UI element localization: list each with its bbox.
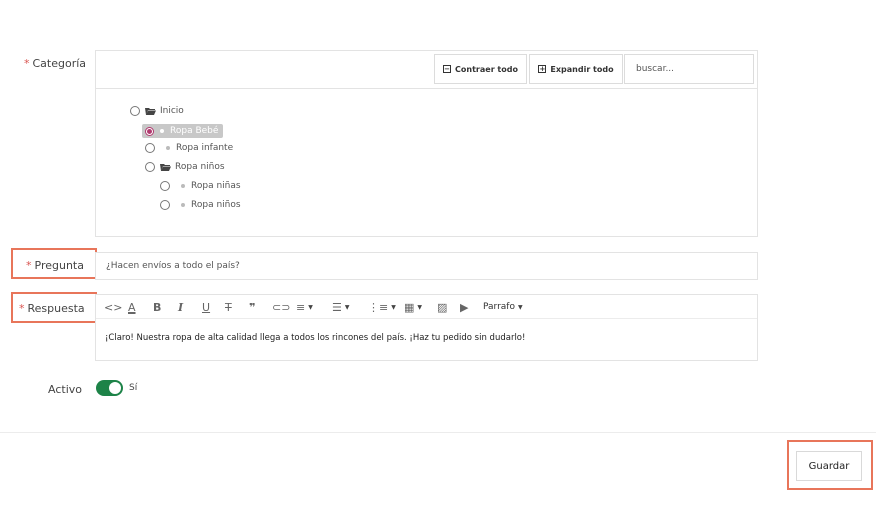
text-color-icon[interactable]: A [128, 299, 136, 315]
expand-icon: + [538, 65, 547, 73]
answer-text[interactable]: ¡Claro! Nuestra ropa de alta calidad lle… [105, 333, 525, 343]
radio-button-selected[interactable] [145, 126, 154, 136]
radio-button[interactable] [145, 143, 155, 153]
chevron-down-icon: ▼ [344, 303, 350, 311]
tree-node-ropa-ninos[interactable]: Ropa niños [145, 162, 225, 172]
italic-icon[interactable]: I [178, 299, 183, 315]
toggle-knob [109, 382, 121, 394]
tree-node-ropa-ninas[interactable]: Ropa niñas [160, 181, 241, 191]
folder-open-icon [145, 108, 156, 115]
answer-editor[interactable]: <> A B I U T ❞ ⊂⊃ ≡ ▼ ☰ ▼ ⋮≡ ▼ ▦ ▼ ▨ ▶ Parra… [95, 294, 758, 361]
required-mark: * [19, 302, 25, 315]
tree-node-inicio[interactable]: Inicio [130, 106, 184, 116]
required-mark: * [24, 57, 30, 70]
paragraph-dropdown[interactable]: Parrafo ▼ [483, 299, 523, 315]
numbered-list-icon[interactable]: ⋮≡ ▼ [368, 299, 396, 315]
category-label: * Categoría [24, 57, 86, 70]
tree-node-label: Ropa niños [175, 162, 225, 172]
active-toggle[interactable] [96, 380, 123, 396]
selected-node-chip[interactable]: Ropa Bebé [142, 124, 224, 138]
align-left-icon[interactable]: ≡ ▼ [296, 299, 313, 315]
category-tree-panel: − Contraer todo + Expandir todo Inicio R… [95, 50, 758, 237]
chevron-down-icon: ▼ [417, 303, 423, 311]
blockquote-icon[interactable]: ❞ [249, 299, 255, 315]
expand-all-label: Expandir todo [550, 64, 614, 74]
answer-label: * Respuesta [19, 302, 85, 315]
folder-open-icon [160, 164, 171, 171]
category-label-text: Categoría [32, 57, 87, 70]
tree-node-label: Ropa infante [176, 143, 234, 153]
link-icon[interactable]: ⊂⊃ [272, 299, 290, 315]
collapse-all-button[interactable]: − Contraer todo [434, 54, 527, 84]
editor-toolbar: <> A B I U T ❞ ⊂⊃ ≡ ▼ ☰ ▼ ⋮≡ ▼ ▦ ▼ ▨ ▶ Parra… [96, 295, 757, 319]
radio-button[interactable] [130, 106, 140, 116]
question-input[interactable] [95, 252, 758, 280]
radio-button[interactable] [160, 181, 170, 191]
paragraph-label: Parrafo [483, 302, 515, 312]
active-label: Activo [48, 383, 82, 396]
leaf-dot-icon [160, 129, 164, 133]
strikethrough-icon[interactable]: T [225, 299, 232, 315]
collapse-all-label: Contraer todo [455, 64, 518, 74]
category-search-input[interactable] [624, 54, 754, 84]
active-toggle-label: Sí [129, 383, 138, 393]
leaf-dot-icon [181, 184, 185, 188]
tree-node-label: Ropa Bebé [170, 126, 219, 136]
video-icon[interactable]: ▶ [460, 299, 468, 315]
required-mark: * [26, 259, 32, 272]
tree-node-ropa-bebe[interactable]: Ropa Bebé [142, 124, 224, 138]
expand-all-button[interactable]: + Expandir todo [529, 54, 623, 84]
chevron-down-icon: ▼ [391, 303, 396, 311]
radio-button[interactable] [160, 200, 170, 210]
leaf-dot-icon [181, 203, 185, 207]
chevron-down-icon: ▼ [517, 303, 523, 311]
tree-node-label: Ropa niños [191, 200, 241, 210]
tree-node-ropa-ninos-2[interactable]: Ropa niños [160, 200, 241, 210]
leaf-dot-icon [166, 146, 170, 150]
radio-button[interactable] [145, 162, 155, 172]
category-toolbar: − Contraer todo + Expandir todo [96, 51, 757, 89]
underline-icon[interactable]: U [202, 299, 210, 315]
save-button[interactable]: Guardar [796, 451, 862, 481]
tree-node-label: Ropa niñas [191, 181, 241, 191]
image-icon[interactable]: ▨ [437, 299, 447, 315]
tree-node-ropa-infante[interactable]: Ropa infante [145, 143, 233, 153]
code-view-icon[interactable]: <> [104, 299, 122, 315]
tree-node-label: Inicio [160, 106, 184, 116]
table-icon[interactable]: ▦ ▼ [404, 299, 422, 315]
bold-icon[interactable]: B [153, 299, 161, 315]
answer-label-text: Respuesta [27, 302, 85, 315]
footer-divider [0, 432, 876, 433]
bullet-list-icon[interactable]: ☰ ▼ [332, 299, 350, 315]
chevron-down-icon: ▼ [308, 303, 313, 311]
question-label-text: Pregunta [34, 259, 84, 272]
collapse-icon: − [443, 65, 452, 73]
question-label: * Pregunta [26, 259, 84, 272]
